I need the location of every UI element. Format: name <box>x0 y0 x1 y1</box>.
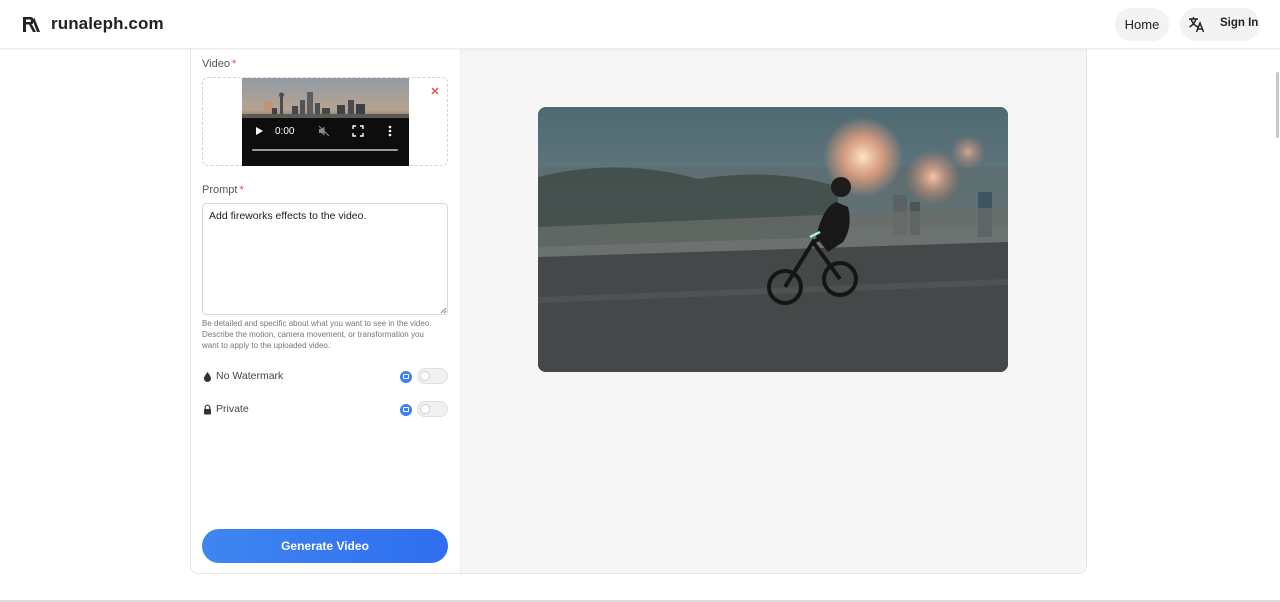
toggle-knob <box>420 404 430 414</box>
lock-icon <box>204 404 211 415</box>
premium-badge-icon <box>400 371 412 383</box>
fullscreen-icon[interactable] <box>352 125 364 137</box>
settings-panel: Video * 0:00 Prompt * Add fireworks effe… <box>191 41 461 573</box>
private-label: Private <box>216 403 249 415</box>
remove-video-icon[interactable] <box>429 85 441 97</box>
toggle-knob <box>420 371 430 381</box>
video-time: 0:00 <box>275 126 295 137</box>
video-progress-bar[interactable] <box>252 149 398 151</box>
private-option: Private <box>202 401 448 419</box>
prompt-hint: Be detailed and specific about what you … <box>202 319 432 350</box>
generate-video-button[interactable]: Generate Video <box>202 529 448 563</box>
brand-name: runaleph.com <box>51 14 164 33</box>
prompt-label-text: Prompt <box>202 184 238 196</box>
video-label-text: Video <box>202 58 230 70</box>
prompt-textarea[interactable]: Add fireworks effects to the video. <box>202 203 448 315</box>
muted-volume-icon[interactable] <box>318 125 330 137</box>
top-nav-bar: runaleph.com Home Sign In <box>0 0 1280 49</box>
video-player[interactable]: 0:00 <box>242 78 409 166</box>
runaleph-logo-icon <box>23 16 40 32</box>
no-watermark-toggle[interactable] <box>417 368 448 384</box>
video-controls: 0:00 <box>242 118 409 166</box>
video-frame-skyline <box>242 92 409 123</box>
required-mark: * <box>231 58 237 70</box>
sign-in-button[interactable]: Sign In <box>1180 8 1260 41</box>
private-toggle[interactable] <box>417 401 448 417</box>
sign-in-label: Sign In <box>1220 17 1259 29</box>
page-scrollbar[interactable] <box>1276 72 1279 138</box>
brand-logo-link[interactable]: runaleph.com <box>22 14 164 34</box>
generator-card: Video * 0:00 Prompt * Add fireworks effe… <box>190 40 1087 574</box>
resize-handle-icon[interactable] <box>439 306 447 314</box>
prompt-field-label: Prompt * <box>202 184 244 196</box>
more-options-icon[interactable] <box>388 125 392 137</box>
home-button[interactable]: Home <box>1115 8 1169 41</box>
translate-icon <box>1189 17 1205 33</box>
premium-badge-icon <box>400 404 412 416</box>
no-watermark-option: No Watermark <box>202 368 448 386</box>
video-preview[interactable] <box>538 107 1008 372</box>
video-upload-dropzone[interactable]: 0:00 <box>202 77 448 166</box>
required-mark: * <box>239 184 244 196</box>
video-field-label: Video * <box>202 58 236 70</box>
no-watermark-label: No Watermark <box>216 370 284 382</box>
droplet-icon <box>204 372 211 382</box>
play-icon[interactable] <box>256 127 263 135</box>
preview-panel <box>461 41 1086 573</box>
